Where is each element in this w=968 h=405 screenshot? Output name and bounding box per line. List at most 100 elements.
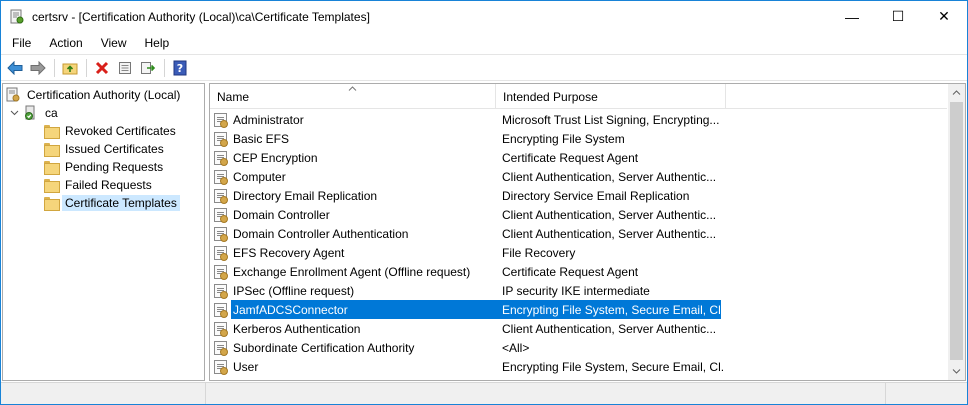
template-name: Administrator	[233, 112, 304, 127]
certificate-template-icon	[214, 264, 228, 280]
template-purpose: Encrypting File System, Secure Email, Cl…	[502, 359, 724, 374]
template-purpose: Client Authentication, Server Authentic.…	[502, 321, 717, 336]
mmc-window: certsrv - [Certification Authority (Loca…	[0, 0, 968, 405]
menu-file[interactable]: File	[3, 34, 40, 52]
scroll-up-arrow-icon[interactable]	[948, 84, 965, 101]
table-row[interactable]: Directory Email Replication Directory Se…	[210, 186, 947, 205]
toolbar-separator	[86, 58, 87, 77]
chevron-down-icon[interactable]	[9, 108, 19, 118]
back-button[interactable]	[4, 57, 26, 79]
forward-icon	[30, 60, 46, 75]
vertical-scrollbar[interactable]	[948, 84, 965, 380]
template-name: Domain Controller	[233, 207, 330, 222]
list-header: Name Intended Purpose	[210, 84, 947, 109]
template-name: Kerberos Authentication	[233, 321, 361, 336]
table-row[interactable]: Exchange Enrollment Agent (Offline reque…	[210, 262, 947, 281]
tree-item-pending-requests[interactable]: Pending Requests	[43, 158, 166, 176]
scrollbar-thumb[interactable]	[950, 102, 963, 360]
table-row[interactable]: Basic EFS Encrypting File System	[210, 129, 947, 148]
template-purpose: <All>	[502, 340, 530, 355]
template-purpose: Encrypting File System, Secure Email, Cl…	[497, 300, 721, 319]
properties-button[interactable]	[114, 57, 136, 79]
table-row[interactable]: Domain Controller Authentication Client …	[210, 224, 947, 243]
menu-help[interactable]: Help	[136, 34, 179, 52]
table-row[interactable]: User Encrypting File System, Secure Emai…	[210, 357, 947, 376]
table-row[interactable]: Subordinate Certification Authority <All…	[210, 338, 947, 357]
column-header-name[interactable]: Name	[210, 84, 496, 109]
menu-bar: File Action View Help	[1, 32, 967, 54]
tree-item-issued-certificates[interactable]: Issued Certificates	[43, 140, 167, 158]
tree-item-revoked-certificates[interactable]: Revoked Certificates	[43, 122, 179, 140]
certificate-template-icon	[214, 302, 228, 318]
up-folder-button[interactable]	[59, 57, 81, 79]
minimize-icon: —	[845, 8, 859, 25]
tree-item-ca[interactable]: ca	[9, 104, 61, 122]
template-purpose: Client Authentication, Server Authentic.…	[502, 207, 717, 222]
certificate-template-icon	[214, 245, 228, 261]
scroll-down-arrow-icon[interactable]	[948, 363, 965, 380]
maximize-button[interactable]: ☐	[875, 1, 921, 32]
export-icon	[141, 61, 156, 74]
tree-label: Pending Requests	[65, 160, 164, 174]
table-row[interactable]: Computer Client Authentication, Server A…	[210, 167, 947, 186]
certificate-template-icon	[214, 226, 228, 242]
certsrv-app-icon	[9, 9, 25, 25]
template-name: Basic EFS	[233, 131, 290, 146]
forward-button[interactable]	[27, 57, 49, 79]
tree-item-certificate-templates[interactable]: Certificate Templates	[43, 194, 180, 212]
delete-button[interactable]	[91, 57, 113, 79]
folder-icon	[43, 178, 60, 193]
tree-item-root[interactable]: Certification Authority (Local)	[5, 86, 183, 104]
certificate-template-icon	[214, 359, 228, 375]
column-header-intended-purpose[interactable]: Intended Purpose	[496, 84, 726, 109]
ca-server-icon	[25, 105, 35, 120]
template-purpose: Client Authentication, Server Authentic.…	[502, 226, 717, 241]
template-purpose: Client Authentication, Server Authentic.…	[502, 169, 717, 184]
table-row[interactable]: Kerberos Authentication Client Authentic…	[210, 319, 947, 338]
certificate-template-icon	[214, 207, 228, 223]
template-name: EFS Recovery Agent	[233, 245, 345, 260]
folder-icon	[43, 196, 60, 211]
close-button[interactable]: ✕	[921, 1, 967, 32]
template-name: Computer	[233, 169, 286, 184]
menu-view[interactable]: View	[92, 34, 136, 52]
certificate-template-icon	[214, 283, 228, 299]
table-row[interactable]: Domain Controller Client Authentication,…	[210, 205, 947, 224]
table-row[interactable]: CEP Encryption Certificate Request Agent	[210, 148, 947, 167]
close-icon: ✕	[938, 8, 950, 24]
console-tree[interactable]: Certification Authority (Local) ca Revok…	[2, 83, 205, 381]
properties-icon	[119, 61, 131, 74]
export-button[interactable]	[137, 57, 159, 79]
status-bar	[1, 382, 967, 404]
certification-authority-icon	[6, 87, 20, 102]
minimize-button[interactable]: —	[829, 1, 875, 32]
certificate-template-icon	[214, 169, 228, 185]
column-header-label: Name	[217, 89, 250, 104]
menu-action[interactable]: Action	[40, 34, 91, 52]
folder-icon	[43, 142, 60, 157]
table-row[interactable]: Administrator Microsoft Trust List Signi…	[210, 110, 947, 129]
certificate-template-icon	[214, 321, 228, 337]
help-button[interactable]: ?	[169, 57, 191, 79]
toolbar-separator	[164, 58, 165, 77]
tree-item-failed-requests[interactable]: Failed Requests	[43, 176, 155, 194]
table-row[interactable]: IPSec (Offline request) IP security IKE …	[210, 281, 947, 300]
certificate-template-icon	[214, 150, 228, 166]
column-header-label: Intended Purpose	[503, 89, 598, 104]
toolbar-separator	[54, 58, 55, 77]
tree-label: ca	[45, 106, 58, 120]
status-segment	[1, 383, 206, 404]
certificate-template-icon	[214, 112, 228, 128]
template-name: Directory Email Replication	[233, 188, 378, 203]
template-name: Domain Controller Authentication	[233, 226, 409, 241]
title-bar[interactable]: certsrv - [Certification Authority (Loca…	[1, 1, 967, 32]
table-row[interactable]: EFS Recovery Agent File Recovery	[210, 243, 947, 262]
tree-label: Failed Requests	[65, 178, 152, 192]
table-row-selected[interactable]: JamfADCSConnector Encrypting File System…	[210, 300, 947, 319]
details-list[interactable]: Name Intended Purpose Administrator Micr…	[209, 83, 966, 381]
window-title: certsrv - [Certification Authority (Loca…	[32, 9, 370, 24]
template-purpose: Certificate Request Agent	[502, 150, 639, 165]
template-purpose: Certificate Request Agent	[502, 264, 639, 279]
template-name: CEP Encryption	[233, 150, 318, 165]
template-purpose: File Recovery	[502, 245, 576, 260]
